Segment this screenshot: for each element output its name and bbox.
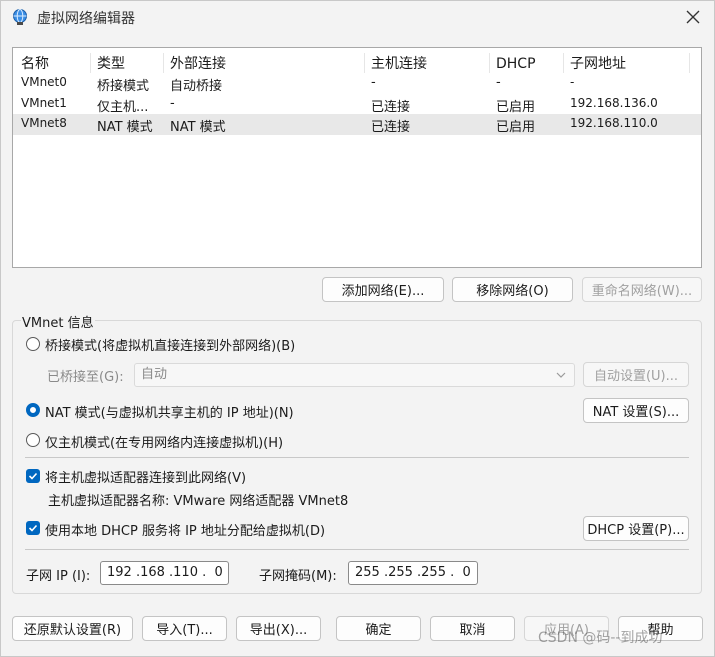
divider	[25, 457, 689, 458]
auto-settings-button[interactable]: 自动设置(U)...	[583, 362, 689, 387]
remove-network-button[interactable]: 移除网络(O)	[452, 277, 573, 302]
adapter-name-text: 主机虚拟适配器名称: VMware 网络适配器 VMnet8	[48, 494, 349, 509]
network-globe-icon	[11, 8, 29, 26]
checkmark-icon	[28, 524, 38, 532]
divider	[25, 549, 689, 550]
use-dhcp-label[interactable]: 使用本地 DHCP 服务将 IP 地址分配给虚拟机(D)	[45, 520, 325, 539]
watermark: CSDN @码--到成功	[538, 630, 663, 646]
cell-subnet: -	[570, 75, 575, 89]
col-divider[interactable]	[689, 53, 690, 73]
cell-external: NAT 模式	[170, 120, 226, 135]
subnet-ip-label: 子网 IP (I):	[26, 569, 91, 584]
col-divider[interactable]	[364, 53, 365, 73]
col-divider[interactable]	[489, 53, 490, 73]
close-icon	[686, 10, 700, 24]
cell-external: -	[170, 96, 175, 111]
cell-dhcp: 已启用	[496, 120, 536, 135]
ok-button[interactable]: 确定	[336, 616, 421, 641]
col-divider[interactable]	[563, 53, 564, 73]
col-header-subnet[interactable]: 子网地址	[570, 53, 626, 73]
cell-type: 桥接模式	[97, 79, 150, 94]
subnet-mask-label: 子网掩码(M):	[259, 569, 337, 584]
table-row[interactable]: VMnet0 桥接模式 自动桥接 - - -	[13, 73, 701, 94]
subnet-mask-input[interactable]: 255 .255 .255 . 0	[348, 561, 478, 585]
cell-dhcp: 已启用	[496, 100, 536, 115]
col-header-host[interactable]: 主机连接	[371, 53, 427, 73]
nat-mode-label[interactable]: NAT 模式(与虚拟机共享主机的 IP 地址)(N)	[45, 402, 294, 421]
cell-host: 已连接	[371, 100, 411, 115]
col-header-name[interactable]: 名称	[21, 53, 49, 73]
list-header: 名称 类型 外部连接 主机连接 DHCP 子网地址	[13, 50, 701, 74]
bridged-to-select[interactable]: 自动	[134, 363, 575, 387]
cell-host: 已连接	[371, 120, 411, 135]
bridge-mode-label[interactable]: 桥接模式(将虚拟机直接连接到外部网络)(B)	[45, 335, 295, 354]
virtual-network-editor-window: 虚拟网络编辑器 名称 类型 外部连接 主机连接 DHCP 子网地址 VMnet0…	[0, 0, 715, 657]
connect-adapter-label[interactable]: 将主机虚拟适配器连接到此网络(V)	[45, 467, 246, 486]
host-only-radio[interactable]	[26, 433, 40, 447]
host-only-label[interactable]: 仅主机模式(在专用网络内连接虚拟机)(H)	[45, 432, 283, 451]
nat-mode-radio[interactable]	[26, 403, 40, 417]
col-header-dhcp[interactable]: DHCP	[496, 56, 536, 72]
table-row-selected[interactable]: VMnet8 NAT 模式 NAT 模式 已连接 已启用 192.168.110…	[13, 114, 701, 135]
cell-subnet: 192.168.110.0	[570, 116, 658, 130]
cancel-button[interactable]: 取消	[430, 616, 515, 641]
col-divider[interactable]	[163, 53, 164, 73]
col-header-type[interactable]: 类型	[97, 53, 125, 73]
import-button[interactable]: 导入(T)...	[142, 616, 227, 641]
add-network-button[interactable]: 添加网络(E)...	[322, 277, 444, 302]
connect-adapter-checkbox[interactable]	[26, 469, 40, 483]
table-row[interactable]: VMnet1 仅主机... - 已连接 已启用 192.168.136.0	[13, 94, 701, 115]
window-title: 虚拟网络编辑器	[37, 11, 135, 27]
title-bar: 虚拟网络编辑器	[1, 1, 714, 33]
vmnet-info-label: VMnet 信息	[21, 312, 95, 331]
cell-name: VMnet0	[21, 75, 67, 89]
cell-name: VMnet1	[21, 96, 67, 110]
subnet-ip-input[interactable]: 192 .168 .110 . 0	[100, 561, 229, 585]
nat-settings-button[interactable]: NAT 设置(S)...	[583, 398, 689, 423]
network-list[interactable]: 名称 类型 外部连接 主机连接 DHCP 子网地址 VMnet0 桥接模式 自动…	[12, 47, 702, 268]
chevron-down-icon	[556, 372, 566, 378]
bridged-to-label: 已桥接至(G):	[47, 370, 124, 385]
rename-network-button[interactable]: 重命名网络(W)...	[582, 277, 702, 302]
col-divider[interactable]	[90, 53, 91, 73]
bridge-mode-radio[interactable]	[26, 337, 40, 351]
col-header-external[interactable]: 外部连接	[170, 53, 226, 73]
restore-defaults-button[interactable]: 还原默认设置(R)	[12, 616, 133, 641]
cell-type: NAT 模式	[97, 120, 153, 135]
close-button[interactable]	[680, 5, 706, 29]
use-dhcp-checkbox[interactable]	[26, 521, 40, 535]
cell-host: -	[371, 75, 376, 90]
cell-subnet: 192.168.136.0	[570, 96, 658, 110]
checkmark-icon	[28, 472, 38, 480]
cell-dhcp: -	[496, 75, 501, 90]
cell-external: 自动桥接	[170, 79, 223, 94]
bridged-to-value: 自动	[141, 367, 168, 382]
export-button[interactable]: 导出(X)...	[236, 616, 321, 641]
cell-type: 仅主机...	[97, 100, 149, 115]
cell-name: VMnet8	[21, 116, 67, 130]
dhcp-settings-button[interactable]: DHCP 设置(P)...	[583, 516, 689, 541]
